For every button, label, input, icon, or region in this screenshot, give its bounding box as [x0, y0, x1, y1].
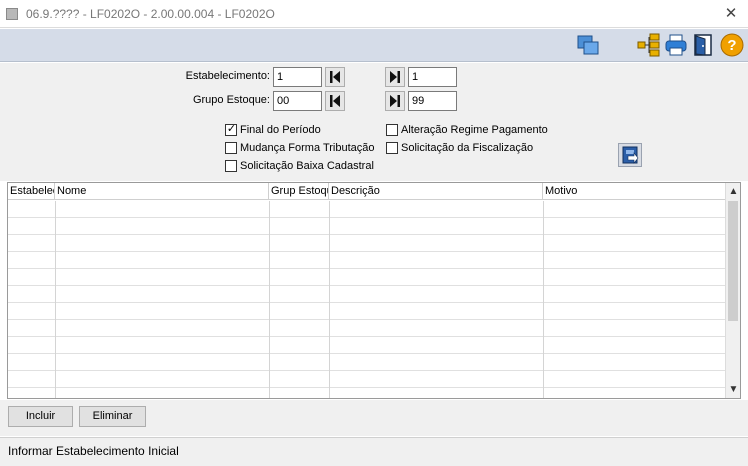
solicitacao-fiscalizacao-label: Solicitação da Fiscalização — [401, 142, 534, 155]
estabelecimento-to-input[interactable]: 1 — [408, 67, 457, 87]
window-title: 06.9.???? - LF0202O - 2.00.00.004 - LF02… — [26, 7, 275, 21]
estabelecimento-last-button[interactable] — [385, 67, 405, 87]
column-header-motivo[interactable]: Motivo — [543, 183, 726, 200]
table-row[interactable] — [8, 354, 726, 371]
table-row[interactable] — [8, 337, 726, 354]
table-row[interactable] — [8, 371, 726, 388]
checkbox-box: ✓ — [225, 123, 237, 137]
incluir-button[interactable]: Incluir — [8, 406, 73, 427]
filters-panel: Estabelecimento: 1 1 Grupo Estoque: 00 9… — [0, 63, 748, 181]
help-glyph: ? — [727, 37, 736, 54]
table-row[interactable] — [8, 235, 726, 252]
solicitacao-baixa-label: Solicitação Baixa Cadastral — [240, 160, 374, 173]
toolbar: ? — [0, 29, 748, 62]
windows-icon[interactable] — [576, 33, 600, 57]
app-icon — [6, 8, 18, 20]
status-bar: Informar Estabelecimento Inicial — [0, 437, 748, 466]
execute-icon — [622, 146, 639, 164]
column-header-grup-estoque[interactable]: Grup Estoque — [269, 183, 329, 200]
tree-icon[interactable] — [637, 33, 661, 57]
estabelecimento-label: Estabelecimento: — [185, 70, 270, 82]
checkbox-box — [386, 124, 398, 137]
alteracao-regime-checkbox[interactable]: Alteração Regime Pagamento — [386, 123, 548, 139]
table-row[interactable] — [8, 201, 726, 218]
final-periodo-label: Final do Período — [240, 124, 321, 137]
estabelecimento-from-input[interactable]: 1 — [273, 67, 322, 87]
grupo-estoque-from-input[interactable]: 00 — [273, 91, 322, 111]
first-record-icon — [330, 71, 340, 83]
scroll-thumb[interactable] — [728, 201, 738, 321]
grid-header: Estabelecimento Nome Grup Estoque Descri… — [8, 183, 726, 200]
column-header-descricao[interactable]: Descrição — [329, 183, 543, 200]
estabelecimento-first-button[interactable] — [325, 67, 345, 87]
solicitacao-fiscalizacao-checkbox[interactable]: Solicitação da Fiscalização — [386, 141, 533, 157]
exit-door-icon[interactable] — [692, 33, 716, 57]
last-record-icon — [390, 95, 400, 107]
scroll-down-icon[interactable]: ▼ — [726, 382, 740, 397]
last-record-icon — [390, 71, 400, 83]
grupo-estoque-to-input[interactable]: 99 — [408, 91, 457, 111]
table-row[interactable] — [8, 286, 726, 303]
final-periodo-checkbox[interactable]: ✓ Final do Período — [225, 123, 321, 139]
table-row[interactable] — [8, 388, 726, 398]
column-divider — [55, 201, 56, 398]
grid-body[interactable] — [8, 201, 726, 398]
table-row[interactable] — [8, 269, 726, 286]
action-bar: Incluir Eliminar — [0, 400, 748, 436]
scroll-up-icon[interactable]: ▲ — [726, 184, 740, 199]
help-icon[interactable]: ? — [720, 33, 744, 57]
grupo-estoque-label: Grupo Estoque: — [192, 94, 270, 106]
title-bar: 06.9.???? - LF0202O - 2.00.00.004 - LF02… — [0, 0, 748, 28]
execute-button[interactable] — [618, 143, 642, 167]
mudanca-forma-checkbox[interactable]: Mudança Forma Tributação — [225, 141, 375, 157]
records-grid[interactable]: Estabelecimento Nome Grup Estoque Descri… — [7, 182, 741, 399]
mudanca-forma-label: Mudança Forma Tributação — [240, 142, 375, 155]
grupo-estoque-last-button[interactable] — [385, 91, 405, 111]
alteracao-regime-label: Alteração Regime Pagamento — [401, 124, 548, 137]
close-button[interactable]: ✕ — [714, 0, 748, 28]
status-text: Informar Estabelecimento Inicial — [8, 444, 179, 458]
grupo-estoque-first-button[interactable] — [325, 91, 345, 111]
vertical-scrollbar[interactable]: ▲ ▼ — [725, 183, 740, 398]
column-divider — [329, 201, 330, 398]
table-row[interactable] — [8, 320, 726, 337]
checkbox-box — [225, 160, 237, 173]
eliminar-button[interactable]: Eliminar — [79, 406, 146, 427]
column-divider — [543, 201, 544, 398]
column-header-nome[interactable]: Nome — [55, 183, 269, 200]
column-header-estabelecimento[interactable]: Estabelecimento — [8, 183, 55, 200]
checkbox-box — [386, 142, 398, 155]
table-row[interactable] — [8, 303, 726, 320]
table-row[interactable] — [8, 252, 726, 269]
checkbox-box — [225, 142, 237, 155]
first-record-icon — [330, 95, 340, 107]
column-divider — [269, 201, 270, 398]
solicitacao-baixa-checkbox[interactable]: Solicitação Baixa Cadastral — [225, 159, 374, 175]
print-icon[interactable] — [664, 33, 688, 57]
checkmark-icon: ✓ — [226, 123, 237, 136]
table-row[interactable] — [8, 218, 726, 235]
